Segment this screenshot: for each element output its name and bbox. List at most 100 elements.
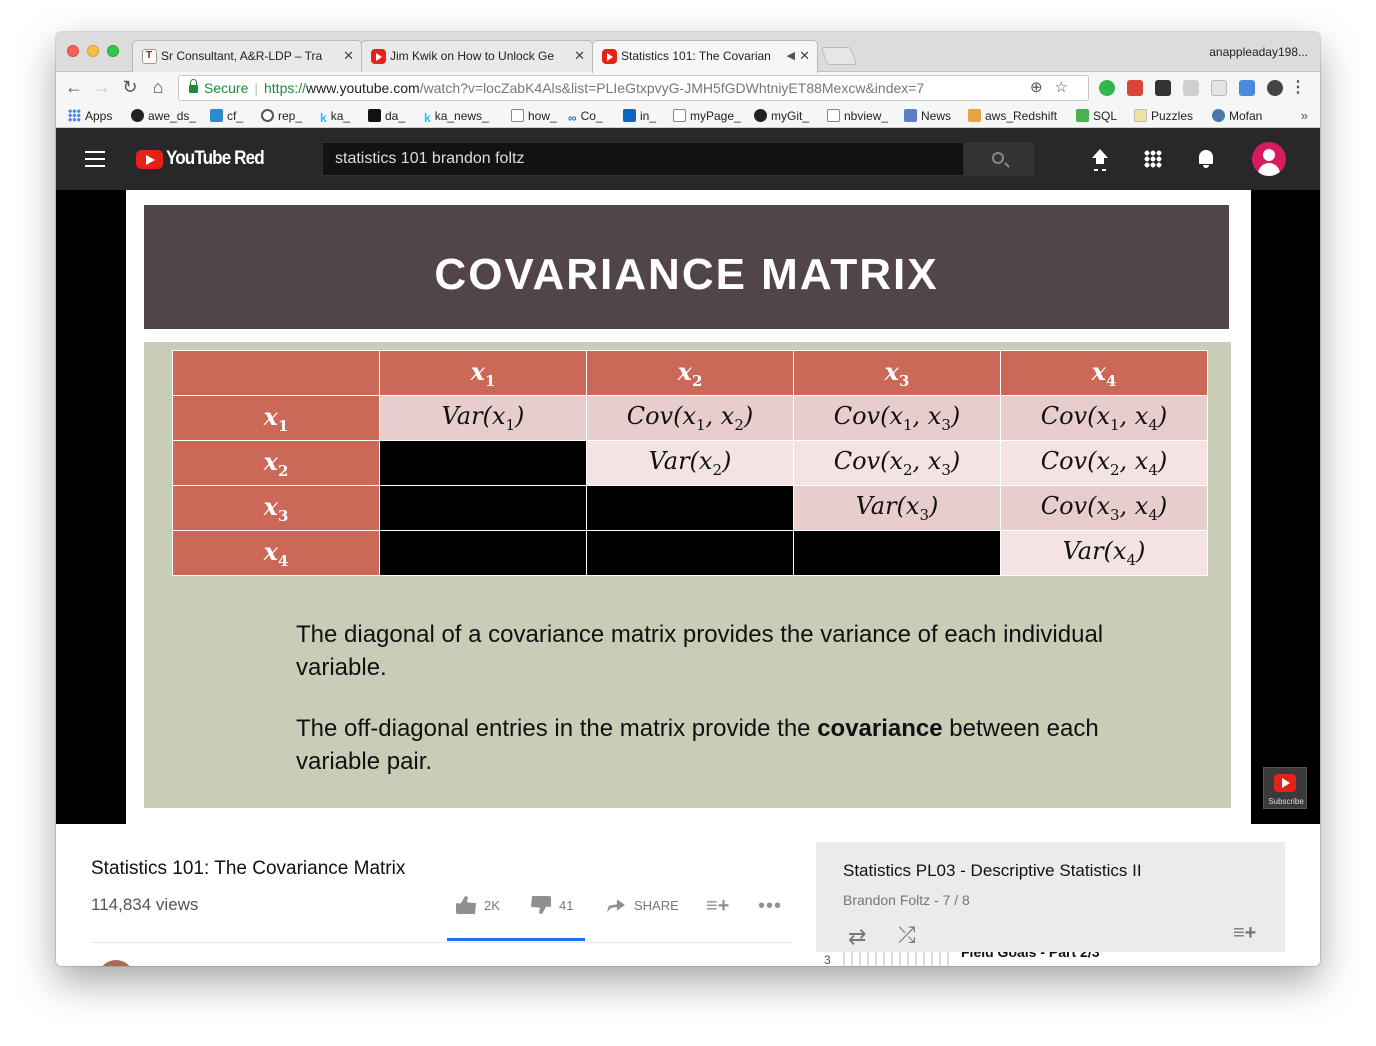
- tab-title: Sr Consultant, A&R-LDP – Tra: [161, 49, 323, 63]
- tab-jim-kwik[interactable]: Jim Kwik on How to Unlock Ge ✕: [361, 40, 593, 72]
- slide-paragraph-off-diagonal: The off-diagonal entries in the matrix p…: [296, 715, 1099, 775]
- forward-arrow-icon[interactable]: →: [91, 76, 113, 98]
- video-player[interactable]: COVARIANCE MATRIX x1 x2 x3 x4 x1 Var(x1)…: [56, 190, 1320, 824]
- bookmark-puzzles[interactable]: Puzzles: [1134, 104, 1193, 128]
- youtube-logo-text[interactable]: YouTube Red: [166, 148, 265, 170]
- hamburger-menu-icon[interactable]: [85, 151, 105, 167]
- apps-grid-icon[interactable]: [1144, 150, 1162, 168]
- omnibox-separator: |: [254, 80, 258, 96]
- like-button[interactable]: 2K: [456, 894, 500, 918]
- url-host: www.youtube.com: [306, 80, 420, 96]
- shuffle-icon[interactable]: ⤮: [898, 922, 916, 948]
- menu-kebab-icon[interactable]: ⋮: [1290, 77, 1306, 97]
- minimize-window-button[interactable]: [87, 45, 99, 57]
- extension-github-icon[interactable]: [1155, 80, 1171, 96]
- bookmark-rep[interactable]: rep_: [261, 104, 302, 128]
- tab-sr-consultant[interactable]: Sr Consultant, A&R-LDP – Tra ✕: [132, 40, 362, 72]
- playlist-title[interactable]: Statistics PL03 - Descriptive Statistics…: [843, 861, 1142, 881]
- bookmark-cf[interactable]: cf_: [210, 104, 243, 128]
- search-button[interactable]: [964, 142, 1034, 176]
- bookmark-mofan[interactable]: Mofan: [1212, 104, 1262, 128]
- tab-close-icon[interactable]: ✕: [343, 41, 354, 71]
- new-tab-button[interactable]: [820, 47, 858, 65]
- matrix-row-header: x3: [172, 485, 380, 531]
- address-bar[interactable]: Secure | https://www.youtube.com/watch?v=l…: [178, 75, 1089, 101]
- tab-close-icon[interactable]: ✕: [574, 41, 585, 71]
- share-button[interactable]: SHARE: [607, 894, 679, 918]
- divider: [91, 942, 791, 943]
- secure-label: Secure: [204, 80, 249, 96]
- extension-gray-icon[interactable]: [1183, 80, 1199, 96]
- folder-icon: [968, 109, 981, 122]
- bookmark-co[interactable]: ∞ Co_: [568, 104, 603, 128]
- browser-toolbar: ← → ↻ ⌂ Secure | https://www.youtube.com/w…: [56, 72, 1320, 104]
- tab-title: Statistics 101: The Covarian: [621, 49, 771, 63]
- bookmark-ka[interactable]: k ka_: [320, 104, 350, 128]
- extension-blue-icon[interactable]: [1239, 80, 1255, 96]
- subscribe-label: Subscribe: [1268, 797, 1304, 806]
- tab-statistics-101[interactable]: Statistics 101: The Covarian ◀︎ ✕: [592, 40, 818, 73]
- notifications-bell-icon[interactable]: [1197, 148, 1215, 168]
- zoom-window-button[interactable]: [107, 45, 119, 57]
- video-title: Statistics 101: The Covariance Matrix: [91, 858, 406, 879]
- extension-octocat-icon[interactable]: [1267, 80, 1283, 96]
- slide-title: COVARIANCE MATRIX: [144, 205, 1229, 329]
- upload-icon[interactable]: [1091, 149, 1109, 169]
- news-icon: [904, 109, 917, 122]
- matrix-column-header: x2: [586, 350, 794, 396]
- extension-red-icon[interactable]: [1127, 80, 1143, 96]
- page-icon: [511, 109, 524, 122]
- bookmark-star-icon[interactable]: ☆: [1055, 79, 1080, 96]
- playlist-meta: Brandon Foltz - 7 / 8: [843, 892, 970, 908]
- share-arrow-icon: [607, 899, 625, 912]
- kaggle-icon: k: [320, 111, 327, 125]
- bookmarks-overflow-icon[interactable]: »: [1301, 104, 1308, 128]
- add-to-playlist-button[interactable]: ≡+: [706, 894, 729, 918]
- bookmark-sql[interactable]: SQL: [1076, 104, 1117, 128]
- bookmark-awe-ds[interactable]: awe_ds_: [131, 104, 196, 128]
- reload-icon[interactable]: ↻: [119, 76, 141, 98]
- more-horizontal-icon: •••: [758, 895, 783, 917]
- matrix-corner-cell: [172, 350, 380, 396]
- matrix-column-header: x4: [1000, 350, 1208, 396]
- zoom-icon[interactable]: ⊕: [1030, 79, 1055, 96]
- bookmark-how[interactable]: how_: [511, 104, 557, 128]
- extension-page-icon[interactable]: [1211, 80, 1227, 96]
- loop-icon[interactable]: ⇄: [848, 924, 866, 950]
- account-avatar[interactable]: [1252, 142, 1286, 176]
- subscribe-watermark-button[interactable]: Subscribe: [1263, 767, 1307, 809]
- video-info-section: Statistics 101: The Covariance Matrix 11…: [56, 824, 1320, 966]
- bookmark-in[interactable]: in_: [623, 104, 656, 128]
- audio-playing-icon[interactable]: ◀︎: [787, 41, 795, 71]
- bookmark-favicon-icon: [368, 109, 381, 122]
- bookmark-nbview[interactable]: nbview_: [827, 104, 888, 128]
- profile-name[interactable]: anappleaday198...: [1209, 45, 1308, 59]
- tab-strip: Sr Consultant, A&R-LDP – Tra ✕ Jim Kwik …: [56, 32, 1320, 73]
- home-icon[interactable]: ⌂: [147, 76, 169, 98]
- back-arrow-icon[interactable]: ←: [63, 76, 85, 98]
- playlist-item[interactable]: 3 Field Goals - Part 2/3: [816, 952, 1285, 966]
- save-playlist-icon[interactable]: ≡+: [1233, 922, 1256, 945]
- bookmark-da[interactable]: da_: [368, 104, 405, 128]
- bookmark-apps[interactable]: Apps: [68, 104, 112, 128]
- bookmark-mypage[interactable]: myPage_: [673, 104, 741, 128]
- bookmark-favicon-icon: [210, 109, 223, 122]
- puzzle-icon: [1134, 109, 1147, 122]
- dislike-button[interactable]: 41: [531, 894, 573, 918]
- bookmark-mygit[interactable]: myGit_: [754, 104, 809, 128]
- linkedin-icon: [623, 109, 636, 122]
- bookmark-ka-news[interactable]: k ka_news_: [424, 104, 489, 128]
- more-actions-button[interactable]: •••: [758, 894, 782, 918]
- extension-green-icon[interactable]: [1099, 80, 1115, 96]
- close-window-button[interactable]: [67, 45, 79, 57]
- view-count: 114,834 views: [91, 895, 199, 914]
- bookmark-aws-redshift[interactable]: aws_Redshift: [968, 104, 1057, 128]
- search-input[interactable]: statistics 101 brandon foltz: [322, 142, 964, 176]
- youtube-logo-icon[interactable]: [136, 150, 163, 169]
- channel-avatar[interactable]: [98, 960, 134, 966]
- youtube-icon: [602, 49, 617, 64]
- bookmark-news[interactable]: News: [904, 104, 951, 128]
- tab-close-icon[interactable]: ✕: [799, 41, 810, 71]
- matrix-cell-blank: [379, 485, 587, 531]
- matrix-cell-covariance: Cov(x1, x2): [586, 395, 794, 441]
